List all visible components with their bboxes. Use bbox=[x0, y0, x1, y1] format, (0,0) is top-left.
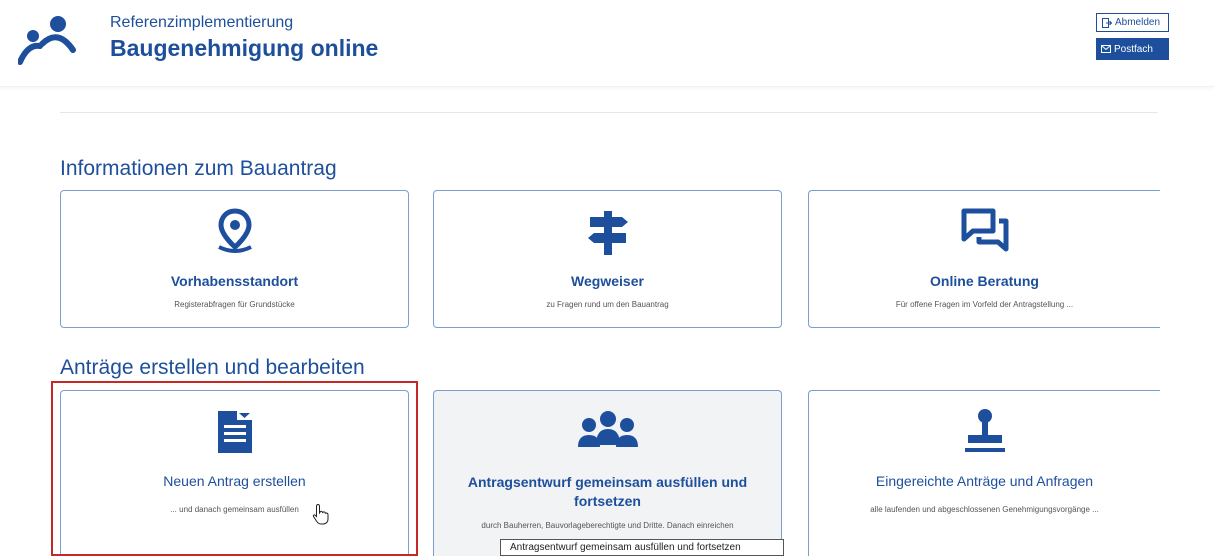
inbox-label: Postfach bbox=[1114, 43, 1153, 55]
header-subtitle: Referenzimplementierung bbox=[110, 14, 294, 31]
card-antragsentwurf[interactable]: Antragsentwurf gemeinsam ausfüllen und f… bbox=[433, 390, 782, 556]
card-wegweiser[interactable]: Wegweiser zu Fragen rund um den Bauantra… bbox=[433, 190, 782, 328]
card-description: zu Fragen rund um den Bauantrag bbox=[546, 300, 669, 309]
app-header: Referenzimplementierung Baugenehmigung o… bbox=[0, 0, 1214, 87]
header-titles: Referenzimplementierung Baugenehmigung o… bbox=[110, 13, 378, 63]
section-title-info: Informationen zum Bauantrag bbox=[60, 157, 337, 180]
card-title: Online Beratung bbox=[930, 273, 1039, 289]
logo-icon[interactable] bbox=[18, 14, 76, 70]
location-pin-icon bbox=[217, 208, 252, 253]
divider bbox=[60, 112, 1158, 113]
hand-cursor-icon bbox=[312, 503, 329, 525]
logout-button[interactable]: Abmelden bbox=[1096, 13, 1169, 32]
card-description: Für offene Fragen im Vorfeld der Antrags… bbox=[895, 300, 1074, 309]
card-online-beratung[interactable]: Online Beratung Für offene Fragen im Vor… bbox=[808, 190, 1160, 328]
card-vorhabensstandort[interactable]: Vorhabensstandort Registerabfragen für G… bbox=[60, 190, 409, 328]
envelope-icon bbox=[1101, 45, 1111, 53]
group-icon bbox=[577, 411, 638, 447]
logout-icon bbox=[1102, 17, 1112, 28]
card-description: durch Bauherren, Bauvorlageberechtigte u… bbox=[481, 521, 734, 530]
card-title: Eingereichte Anträge und Anfragen bbox=[875, 473, 1094, 489]
chat-bubbles-icon bbox=[961, 208, 1008, 252]
card-title: Wegweiser bbox=[571, 273, 644, 289]
logout-label: Abmelden bbox=[1115, 17, 1161, 28]
inbox-button[interactable]: Postfach bbox=[1096, 38, 1169, 60]
card-description: alle laufenden und abgeschlossenen Geneh… bbox=[870, 505, 1099, 514]
card-title: Antragsentwurf gemeinsam ausfüllen und f… bbox=[467, 474, 748, 509]
selection-highlight bbox=[51, 381, 418, 556]
card-description: Registerabfragen für Grundstücke bbox=[174, 300, 295, 309]
section-title-antraege: Anträge erstellen und bearbeiten bbox=[60, 356, 365, 379]
card-title: Vorhabensstandort bbox=[170, 273, 299, 289]
app-title: Baugenehmigung online bbox=[110, 35, 379, 61]
card-eingereichte-antraege[interactable]: Eingereichte Anträge und Anfragen alle l… bbox=[808, 390, 1160, 556]
signpost-icon bbox=[587, 211, 628, 255]
stamp-icon bbox=[964, 409, 1005, 452]
tooltip: Antragsentwurf gemeinsam ausfüllen und f… bbox=[500, 539, 784, 556]
